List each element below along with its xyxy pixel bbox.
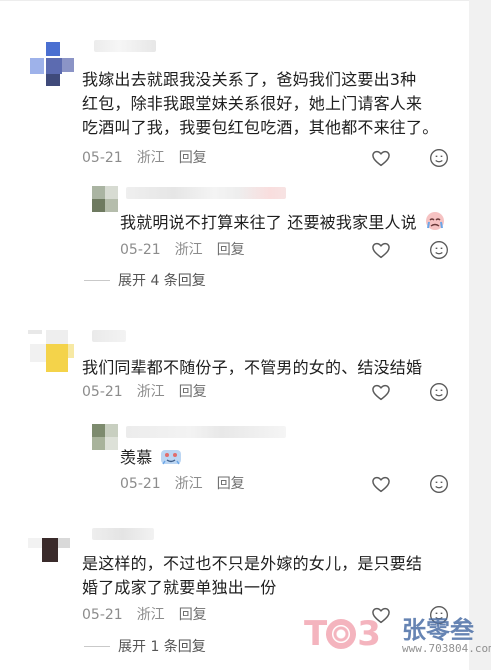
comment-text: 我们同辈都不随份子，不管男的女的、结没结婚	[82, 358, 423, 377]
reply-button[interactable]: 回复	[217, 475, 245, 493]
heart-outline-icon[interactable]	[370, 147, 392, 169]
reply-text: 羡慕	[120, 446, 320, 470]
watermark-title: 张零叁	[402, 616, 474, 644]
reply-location: 浙江	[174, 476, 203, 492]
expand-replies-button[interactable]: 展开 1 条回复	[84, 636, 206, 656]
comment-meta: 05-21 浙江 回复	[82, 383, 207, 401]
comment-text: 我嫁出去就跟我没关系了，爸妈我们这要出3种 红包，除非我跟堂妹关系很好，她上门请…	[82, 70, 439, 137]
expand-replies-label: 展开 1 条回复	[118, 639, 206, 655]
watermark-url: www.703804.com	[402, 642, 491, 655]
expand-replies-label: 展开 4 条回复	[118, 273, 206, 289]
reply-button[interactable]: 回复	[217, 241, 245, 259]
comment-location: 浙江	[136, 150, 165, 166]
envious-emoji-icon	[160, 446, 182, 466]
reply-text: 我就明说不打算来往了 还要被我家里人说	[120, 211, 460, 235]
smile-face-icon[interactable]	[428, 381, 450, 403]
comment-text: 是这样的，不过也不只是外嫁的女儿，是只要结 婚了成家了就要单独出一份	[82, 554, 423, 597]
expand-dash	[84, 645, 110, 647]
comment-page: 我嫁出去就跟我没关系了，爸妈我们这要出3种 红包，除非我跟堂妹关系很好，她上门请…	[0, 0, 491, 670]
comment-meta: 05-21 浙江 回复	[82, 606, 207, 624]
comment-meta: 05-21 浙江 回复	[82, 149, 207, 167]
reply-button[interactable]: 回复	[179, 606, 207, 624]
watermark-logo: T3	[304, 614, 381, 654]
reply-location: 浙江	[174, 242, 203, 258]
expand-dash	[84, 279, 110, 281]
reply-button[interactable]: 回复	[179, 149, 207, 167]
comment-date: 05-21	[82, 607, 123, 623]
reply-date: 05-21	[120, 476, 161, 492]
comment-date: 05-21	[82, 384, 123, 400]
reply-date: 05-21	[120, 242, 161, 258]
reply-avatar[interactable]	[92, 424, 118, 450]
avatar[interactable]	[28, 40, 76, 88]
comment-date: 05-21	[82, 150, 123, 166]
avatar[interactable]	[28, 330, 76, 378]
smile-face-icon[interactable]	[428, 239, 450, 261]
scrollbar-track[interactable]	[469, 0, 491, 670]
username-blurred[interactable]	[92, 528, 154, 540]
username-blurred[interactable]	[92, 330, 126, 342]
heart-outline-icon[interactable]	[370, 473, 392, 495]
reply-username-blurred[interactable]	[126, 426, 286, 438]
watermark: T3 张零叁 www.703804.com	[304, 608, 491, 660]
crying-emoji-icon	[424, 211, 446, 231]
heart-outline-icon[interactable]	[370, 381, 392, 403]
username-blurred[interactable]	[94, 40, 156, 52]
expand-replies-button[interactable]: 展开 4 条回复	[84, 270, 206, 290]
comment-location: 浙江	[136, 607, 165, 623]
reply-meta: 05-21 浙江 回复	[120, 241, 245, 259]
heart-outline-icon[interactable]	[370, 239, 392, 261]
comment-location: 浙江	[136, 384, 165, 400]
avatar[interactable]	[28, 520, 76, 568]
reply-username-blurred[interactable]	[126, 187, 286, 199]
smile-face-icon[interactable]	[428, 147, 450, 169]
reply-meta: 05-21 浙江 回复	[120, 475, 245, 493]
smile-face-icon[interactable]	[428, 473, 450, 495]
reply-button[interactable]: 回复	[179, 383, 207, 401]
reply-avatar[interactable]	[92, 186, 118, 212]
top-divider	[0, 0, 469, 1]
